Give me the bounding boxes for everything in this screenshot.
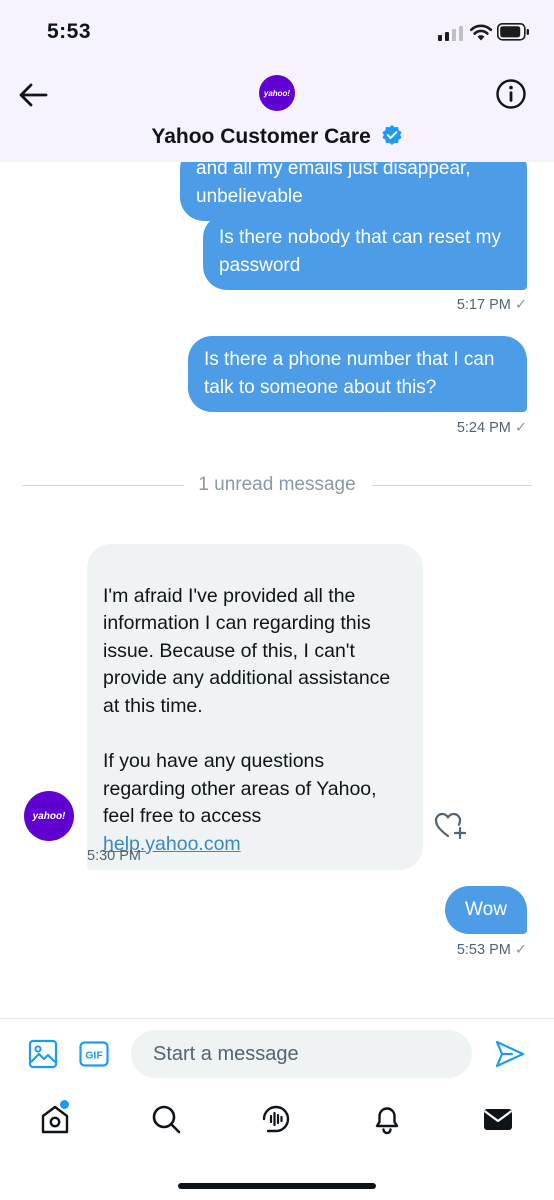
message-text: Wow — [465, 899, 507, 920]
search-icon[interactable] — [149, 1102, 183, 1136]
unread-divider-label: 1 unread message — [198, 474, 356, 495]
wifi-icon — [469, 24, 493, 41]
cellular-signal-icon — [438, 25, 464, 41]
message-timestamp: 5:30 PM — [87, 848, 141, 864]
info-button[interactable] — [495, 78, 527, 110]
message-bubble-outgoing[interactable]: Is there a phone number that I can talk … — [188, 336, 527, 412]
message-timestamp: 5:24 PM ✓ — [456, 420, 527, 436]
sender-avatar[interactable]: yahoo! — [24, 791, 74, 841]
message-input[interactable] — [131, 1030, 472, 1078]
message-bubble-outgoing[interactable]: Wow — [445, 886, 527, 934]
notification-dot — [60, 1100, 69, 1109]
battery-icon — [497, 23, 529, 41]
home-indicator — [178, 1183, 376, 1189]
profile-avatar[interactable]: yahoo! — [259, 75, 295, 111]
sent-check-icon: ✓ — [514, 420, 527, 436]
gif-label: GIF — [85, 1050, 103, 1062]
status-time: 5:53 — [47, 20, 92, 43]
spaces-icon[interactable] — [259, 1102, 293, 1136]
yahoo-logo-text: yahoo! — [263, 88, 291, 98]
notifications-icon[interactable] — [370, 1102, 404, 1136]
send-icon[interactable] — [494, 1039, 526, 1069]
sent-check-icon: ✓ — [514, 297, 527, 313]
message-composer: GIF — [0, 1018, 554, 1090]
yahoo-logo-text: yahoo! — [32, 810, 66, 822]
sent-check-icon: ✓ — [514, 942, 527, 958]
message-bubble-outgoing[interactable]: Is there nobody that can reset my passwo… — [203, 214, 527, 290]
verified-badge-icon — [382, 125, 402, 145]
unread-divider: 1 unread message — [22, 474, 532, 495]
message-text: Is there nobody that can reset my passwo… — [219, 227, 501, 276]
image-icon[interactable] — [28, 1039, 58, 1069]
back-button[interactable] — [16, 80, 50, 110]
message-text: I'm afraid I've provided all the informa… — [103, 584, 391, 828]
message-timestamp: 5:17 PM ✓ — [456, 297, 527, 313]
gif-button[interactable]: GIF — [79, 1041, 109, 1067]
message-bubble-incoming[interactable]: I'm afraid I've provided all the informa… — [87, 544, 423, 870]
conversation-header: yahoo! Yahoo Customer Care — [0, 66, 554, 162]
contact-name: Yahoo Customer Care — [151, 125, 371, 148]
messages-icon[interactable] — [481, 1102, 515, 1136]
status-bar: 5:53 — [0, 0, 554, 66]
message-text: Is there a phone number that I can talk … — [204, 349, 495, 398]
bottom-tab-bar — [0, 1090, 554, 1160]
add-reaction-icon[interactable] — [434, 810, 468, 840]
conversation-title[interactable]: Yahoo Customer Care — [0, 124, 554, 149]
message-timestamp: 5:53 PM ✓ — [456, 942, 527, 958]
message-text: and all my emails just disappear, unbeli… — [196, 158, 471, 207]
